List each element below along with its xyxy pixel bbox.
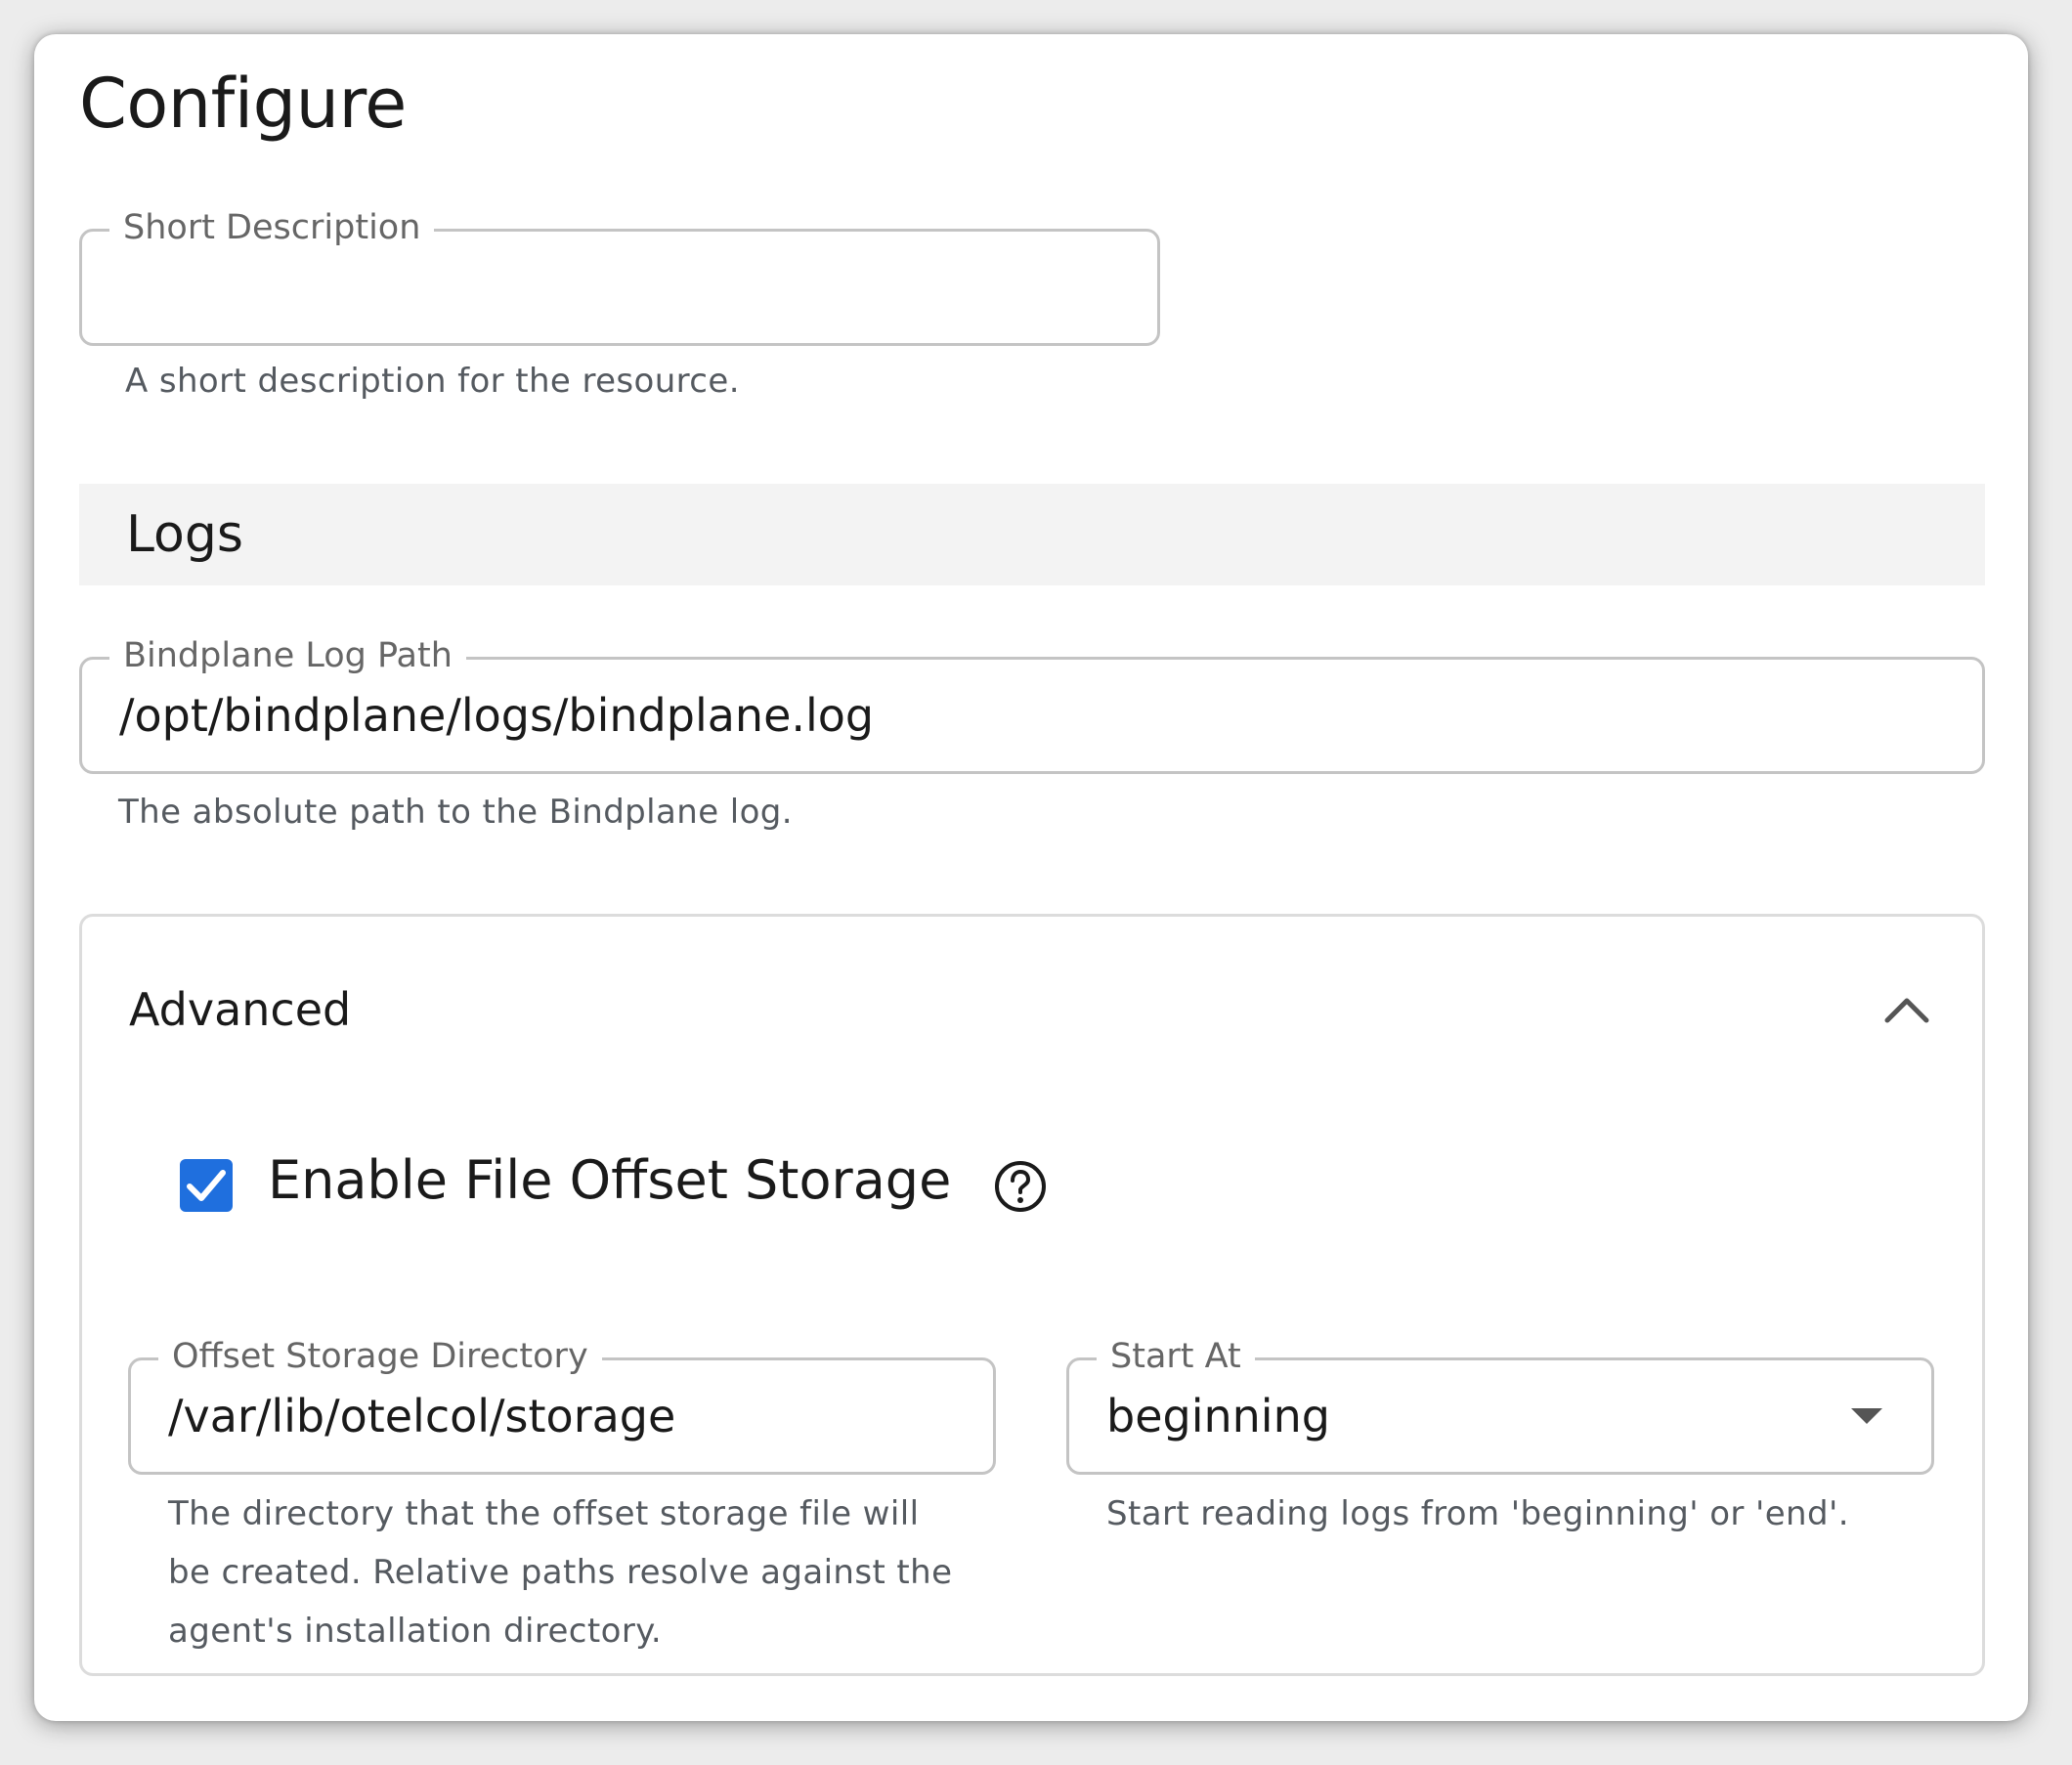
logs-section-header: Logs bbox=[79, 484, 1985, 585]
offset-directory-helper: The directory that the offset storage fi… bbox=[168, 1485, 952, 1660]
offset-directory-helper-line: The directory that the offset storage fi… bbox=[168, 1494, 920, 1533]
short-description-helper: A short description for the resource. bbox=[125, 362, 740, 401]
page: Configure Short Description A short desc… bbox=[0, 0, 2072, 1765]
dropdown-arrow-icon[interactable] bbox=[1851, 1408, 1882, 1424]
check-icon bbox=[187, 1170, 226, 1201]
offset-directory-input[interactable]: /var/lib/otelcol/storage bbox=[168, 1360, 675, 1472]
configure-card: Configure Short Description A short desc… bbox=[34, 34, 2028, 1721]
page-title: Configure bbox=[79, 64, 407, 144]
enable-offset-storage-checkbox[interactable] bbox=[180, 1159, 233, 1212]
advanced-title: Advanced bbox=[129, 983, 352, 1036]
log-path-input[interactable]: /opt/bindplane/logs/bindplane.log bbox=[119, 660, 874, 771]
offset-directory-helper-line: agent's installation directory. bbox=[168, 1612, 663, 1651]
chevron-up-icon[interactable] bbox=[1882, 991, 1931, 1026]
logs-section-title: Logs bbox=[126, 505, 243, 564]
start-at-helper: Start reading logs from 'beginning' or '… bbox=[1106, 1494, 1849, 1533]
offset-directory-helper-line: be created. Relative paths resolve again… bbox=[168, 1553, 953, 1592]
advanced-accordion-header[interactable]: Advanced bbox=[82, 917, 1982, 1093]
log-path-helper: The absolute path to the Bindplane log. bbox=[118, 793, 793, 832]
advanced-accordion: Advanced Enable File Offset Storage Offs… bbox=[79, 914, 1985, 1676]
start-at-select[interactable]: Start At beginning bbox=[1066, 1335, 1934, 1475]
short-description-label: Short Description bbox=[109, 206, 435, 249]
help-circle-icon[interactable] bbox=[993, 1159, 1048, 1214]
log-path-field[interactable]: Bindplane Log Path /opt/bindplane/logs/b… bbox=[79, 634, 1985, 774]
enable-offset-storage-label[interactable]: Enable File Offset Storage bbox=[268, 1149, 951, 1211]
short-description-field[interactable]: Short Description bbox=[79, 206, 1160, 346]
offset-directory-field[interactable]: Offset Storage Directory /var/lib/otelco… bbox=[128, 1335, 996, 1475]
start-at-value: beginning bbox=[1106, 1390, 1330, 1442]
